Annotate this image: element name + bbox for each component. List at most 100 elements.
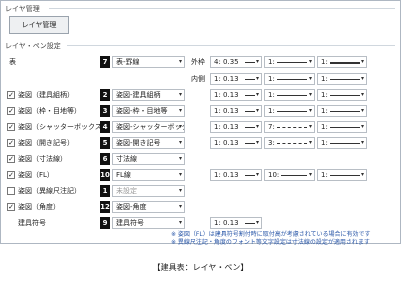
divider [67,45,395,46]
row-label: 姿図（開き記号） [18,139,74,147]
visibility-checkbox[interactable]: ✓ [7,203,15,211]
layer-select[interactable]: 表-罫線 ▾ [112,56,185,68]
line-type-select[interactable]: 1: ▾ [264,105,315,117]
chevron-down-icon: ▾ [178,139,182,146]
chevron-down-icon: ▾ [360,171,364,178]
line-scale-select[interactable]: 1: ▾ [317,169,367,181]
layer-select[interactable]: 姿図-建具組柄 ▾ [112,89,185,101]
layer-number-badge: 5 [100,137,110,149]
list-item: 姿図（異線尺注記） 1 未設定 ▾ [1,184,400,199]
chevron-down-icon: ▾ [360,123,364,130]
line-width-select[interactable]: 1: 0.13 ▾ [210,121,262,133]
line-type-select[interactable]: 1: ▾ [264,89,315,101]
chevron-down-icon: ▾ [308,139,312,146]
line-width-select[interactable]: 4: 0.35 ▾ [210,56,262,68]
layer-number-badge: 2 [100,89,110,101]
chevron-down-icon: ▾ [308,123,312,130]
line-type-select[interactable]: 10: ▾ [264,169,315,181]
layer-select[interactable]: 建具符号 ▾ [112,217,185,229]
visibility-checkbox[interactable] [7,187,15,195]
divider [49,8,395,9]
chevron-down-icon: ▾ [255,219,259,226]
line-width-select[interactable]: 1: 0.13 ▾ [210,169,262,181]
layer-management-button[interactable]: レイヤ管理 [9,16,69,34]
layer-number-badge: 6 [100,153,110,165]
list-item: ✓ 姿図（シャッターボックス） 4 姿図-シャッターボックス▾ 1: 0.13▾… [1,120,400,135]
row-label: 姿図（寸法線） [18,155,67,163]
line-type-select[interactable]: 3: ▾ [264,137,315,149]
chevron-down-icon: ▾ [308,107,312,114]
row-label: 姿図（FL） [18,171,54,179]
chevron-down-icon: ▾ [360,91,364,98]
row-label: 姿図（シャッターボックス） [18,123,109,131]
chevron-down-icon: ▾ [178,58,182,65]
visibility-checkbox[interactable]: ✓ [7,107,15,115]
line-scale-select[interactable]: 1: ▾ [317,105,367,117]
visibility-checkbox[interactable]: ✓ [7,91,15,99]
table-inner-row: 内側 1: 0.13 ▾ 1: ▾ 1: ▾ [1,72,400,87]
layer-select[interactable]: 姿図-シャッターボックス▾ [112,121,185,133]
visibility-checkbox[interactable]: ✓ [7,171,15,179]
list-item: ✓ 姿図（建具組柄） 2 姿図-建具組柄 ▾ 1: 0.13 ▾ 1: ▾ 1: ▾ [1,88,400,103]
layer-number-badge: 9 [100,217,110,229]
row-label: 表 [9,58,16,66]
layer-number-badge: 1 [100,185,110,197]
line-width-select[interactable]: 1: 0.13 ▾ [210,89,262,101]
line-scale-select[interactable]: 1: ▾ [317,56,367,68]
row-label: 姿図（角度） [18,203,60,211]
layer-select[interactable]: 寸法線 ▾ [112,153,185,165]
chevron-down-icon: ▾ [178,107,182,114]
chevron-down-icon: ▾ [360,75,364,82]
line-width-select[interactable]: 1: 0.13 ▾ [210,105,262,117]
chevron-down-icon: ▾ [360,58,364,65]
line-width-select[interactable]: 1: 0.13 ▾ [210,217,262,229]
list-item: ✓ 姿図（開き記号） 5 姿図-開き記号 ▾ 1: 0.13 ▾ 3: ▾ 1: ▾ [1,136,400,151]
row-label: 建具符号 [18,219,46,227]
line-width-select[interactable]: 1: 0.13 ▾ [210,73,262,85]
layer-select[interactable]: FL線 ▾ [112,169,185,181]
chevron-down-icon: ▾ [255,58,259,65]
figure-caption: 【建具表：レイヤ・ペン】 [152,263,249,272]
layer-number-badge: 4 [100,121,110,133]
layer-number-badge: 7 [100,56,110,68]
chevron-down-icon: ▾ [308,91,312,98]
chevron-down-icon: ▾ [178,203,182,210]
note-font: ※ 異線尺注記・角度のフォント等文字設定は寸法線の設定が適用されます [171,239,370,246]
line-width-select[interactable]: 1: 0.13 ▾ [210,137,262,149]
layer-select[interactable]: 姿図-枠・目地等 ▾ [112,105,185,117]
layer-select[interactable]: 未設定 ▾ [112,185,185,197]
chevron-down-icon: ▾ [255,107,259,114]
chevron-down-icon: ▾ [255,91,259,98]
layer-mgmt-title: レイヤ管理 [5,5,40,13]
chevron-down-icon: ▾ [178,171,182,178]
line-scale-select[interactable]: 1: ▾ [317,89,367,101]
chevron-down-icon: ▾ [178,187,182,194]
line-scale-select[interactable]: 1: ▾ [317,73,367,85]
line-type-select[interactable]: 7: ▾ [264,121,315,133]
list-item: ✓ 姿図（角度） 12 姿図-角度 ▾ [1,200,400,215]
chevron-down-icon: ▾ [255,171,259,178]
line-type-select[interactable]: 1: ▾ [264,56,315,68]
chevron-down-icon: ▾ [308,75,312,82]
chevron-down-icon: ▾ [308,58,312,65]
visibility-checkbox[interactable]: ✓ [7,139,15,147]
chevron-down-icon: ▾ [255,123,259,130]
line-type-select[interactable]: 1: ▾ [264,73,315,85]
row-label: 姿図（異線尺注記） [18,187,81,195]
settings-panel: レイヤ管理 レイヤ管理 レイヤ・ペン設定 表 7 表-罫線 ▾ 外枠 4: 0.3… [0,0,401,246]
line-scale-select[interactable]: 1: ▾ [317,137,367,149]
visibility-checkbox[interactable]: ✓ [7,155,15,163]
chevron-down-icon: ▾ [178,91,182,98]
row-label: 姿図（枠・目地等） [18,107,81,115]
layer-select[interactable]: 姿図-開き記号 ▾ [112,137,185,149]
chevron-down-icon: ▾ [308,171,312,178]
chevron-down-icon: ▾ [360,107,364,114]
layer-number-badge: 3 [100,105,110,117]
chevron-down-icon: ▾ [255,139,259,146]
chevron-down-icon: ▾ [178,155,182,162]
layer-number-badge: 10 [100,169,110,181]
line-scale-select[interactable]: 1: ▾ [317,121,367,133]
list-item: ✓ 姿図（枠・目地等） 3 姿図-枠・目地等 ▾ 1: 0.13 ▾ 1: ▾ 1: ▾ [1,104,400,119]
layer-select[interactable]: 姿図-角度 ▾ [112,201,185,213]
visibility-checkbox[interactable]: ✓ [7,123,15,131]
